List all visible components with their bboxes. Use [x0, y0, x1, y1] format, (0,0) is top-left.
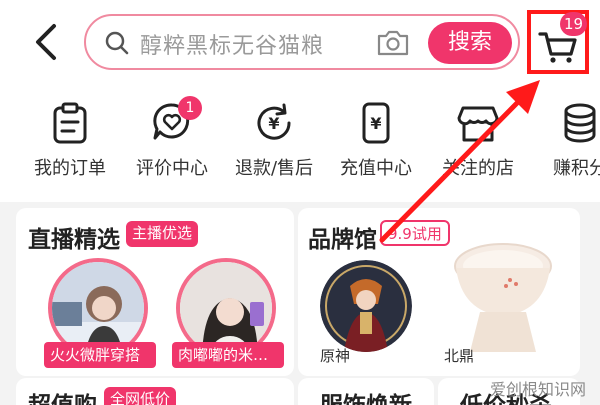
shortcut-row: 我的订单 1 评价中心 ¥ 退款/售后 ¥ 充值中心 关注的店 赚积分	[0, 88, 600, 202]
live-selection-card[interactable]: 直播精选 主播优选 火火微胖穿搭 肉嘟嘟的米…	[16, 208, 294, 376]
coins-icon	[564, 103, 596, 143]
brand-label: 北鼎	[444, 347, 475, 365]
cart-count-badge: 19	[560, 12, 588, 36]
brand-hall-card[interactable]: 品牌馆 9.9试用 原神 北鼎	[298, 208, 580, 376]
shortcut-label: 关注的店	[442, 158, 514, 179]
brand-label: 原神	[320, 347, 351, 365]
shortcut-followed-stores[interactable]: 关注的店	[432, 102, 524, 180]
brand-logo-genshin[interactable]	[320, 260, 412, 352]
apparel-title: 服饰焕新	[320, 386, 412, 405]
search-input[interactable]: 醇粹黑标无谷猫粮	[140, 28, 324, 60]
live-card-title: 直播精选	[28, 227, 120, 253]
svg-text:¥: ¥	[370, 114, 381, 133]
phone-recharge-icon: ¥	[362, 102, 390, 144]
review-count-badge: 1	[178, 96, 202, 120]
clipboard-icon	[53, 102, 87, 144]
shortcut-label: 退款/售后	[234, 158, 314, 179]
shortcut-my-orders[interactable]: 我的订单	[24, 102, 116, 180]
shortcut-review-center[interactable]: 1 评价中心	[126, 96, 218, 180]
brand-tag: 9.9试用	[380, 220, 450, 246]
live-host-name: 肉嘟嘟的米…	[172, 342, 284, 368]
shortcut-label: 赚积分	[553, 158, 600, 179]
live-tag: 主播优选	[126, 221, 199, 247]
brand-card-title: 品牌馆	[308, 227, 377, 253]
shortcut-label: 我的订单	[34, 158, 106, 179]
value-buy-card[interactable]: 超值购 全网低价	[16, 378, 294, 405]
search-icon	[105, 31, 129, 55]
brand-product-bowl[interactable]	[448, 232, 558, 362]
back-arrow-icon[interactable]	[30, 22, 64, 62]
shortcut-recharge[interactable]: ¥ 充值中心	[330, 102, 422, 180]
shortcut-refund[interactable]: ¥ 退款/售后	[228, 102, 320, 180]
search-button[interactable]: 搜索	[428, 22, 512, 64]
search-bar[interactable]: 醇粹黑标无谷猫粮 搜索	[84, 14, 520, 70]
store-icon	[457, 106, 499, 142]
apparel-card[interactable]: 服饰焕新	[298, 378, 434, 405]
shortcut-earn-points[interactable]: 赚积分	[534, 102, 600, 180]
watermark: 爱创根知识网	[490, 380, 587, 399]
svg-text:¥: ¥	[268, 114, 279, 133]
live-host-name: 火火微胖穿搭	[44, 342, 156, 368]
camera-icon[interactable]	[376, 29, 410, 57]
shortcut-label: 充值中心	[340, 158, 412, 179]
top-bar: 醇粹黑标无谷猫粮 搜索 19	[0, 0, 600, 88]
value-buy-tag: 全网低价	[104, 387, 177, 405]
value-buy-title: 超值购	[28, 386, 97, 405]
refund-icon: ¥	[257, 103, 291, 140]
shortcut-label: 评价中心	[136, 158, 208, 179]
